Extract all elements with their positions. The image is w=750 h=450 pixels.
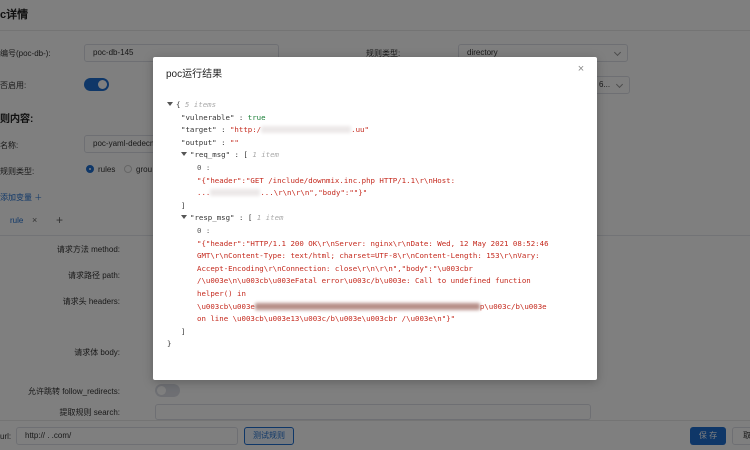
close-icon[interactable]: × bbox=[575, 63, 587, 75]
json-resp-value-4: /\u003e\n\u003cb\u003eFatal error\u003c/… bbox=[197, 276, 531, 286]
json-resp-value-7: on line \u003cb\u003e13\u003c/b\u003e\u0… bbox=[197, 314, 456, 324]
poc-result-dialog: poc运行结果 × { 5 items "vulnerable" : true … bbox=[153, 57, 597, 380]
json-resp-msg-line: "resp_msg" : [ 1 item bbox=[181, 212, 601, 225]
caret-down-icon[interactable] bbox=[181, 152, 187, 157]
json-resp-value-5: helper() in bbox=[197, 288, 246, 298]
redacted-path bbox=[254, 302, 480, 310]
json-resp-close: ] bbox=[181, 326, 186, 336]
json-root-line: { 5 items bbox=[167, 99, 587, 112]
json-resp-value-3: Accept-Encoding\r\nConnection: close\r\n… bbox=[197, 263, 473, 273]
json-req-value-2: ... ...\r\n\r\n","body":""}" bbox=[197, 188, 368, 198]
json-req-value-1: "{"header":"GET /include/downmix.inc.php… bbox=[197, 175, 456, 185]
json-output-line: "output" : "" bbox=[181, 137, 239, 147]
json-vulnerable-line: "vulnerable" : true bbox=[181, 112, 266, 122]
caret-down-icon[interactable] bbox=[167, 102, 173, 106]
json-resp-value-1: "{"header":"HTTP/1.1 200 OK\r\nServer: n… bbox=[197, 238, 549, 248]
redacted-host bbox=[210, 189, 261, 197]
dialog-title: poc运行结果 bbox=[166, 69, 223, 80]
json-viewer: { 5 items "vulnerable" : true "target" :… bbox=[167, 99, 587, 351]
json-req-msg-line: "req_msg" : [ 1 item bbox=[181, 149, 601, 162]
json-req-index: 0 : bbox=[197, 162, 211, 172]
json-resp-index: 0 : bbox=[197, 225, 211, 235]
redacted-target bbox=[261, 126, 352, 134]
root-count: 5 items bbox=[184, 100, 217, 109]
json-resp-value-2: GMT\r\nContent-Type: text/html; charset=… bbox=[197, 251, 540, 261]
json-root-close: } bbox=[167, 339, 172, 349]
json-req-close: ] bbox=[181, 200, 186, 210]
json-resp-value-6: \u003cb\u003e p\u003c/b\u003e bbox=[197, 301, 547, 311]
json-target-line: "target" : "http:/.uu" bbox=[181, 125, 369, 135]
caret-down-icon[interactable] bbox=[181, 215, 187, 220]
vulnerable-value: true bbox=[247, 112, 266, 122]
